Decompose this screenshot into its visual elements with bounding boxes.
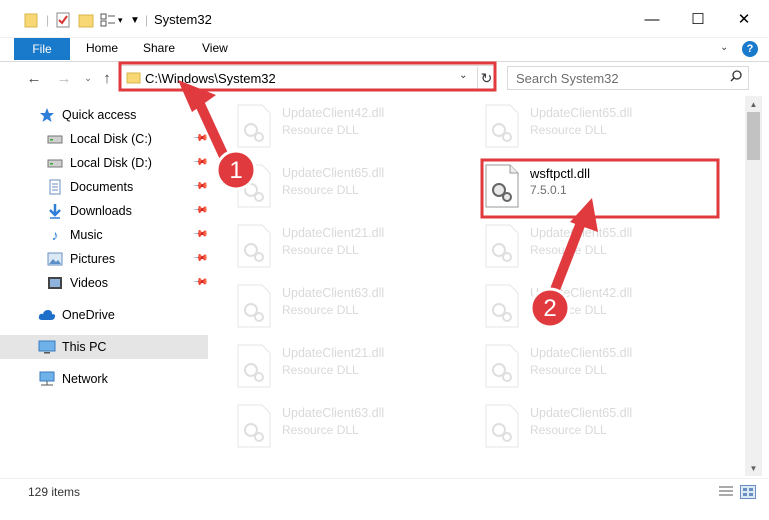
step-1-number: 1 (229, 157, 242, 184)
arrow-1-head (178, 80, 216, 112)
address-highlight-box (118, 61, 497, 92)
arrow-2 (546, 215, 587, 305)
tutorial-overlay: 1 2 (118, 61, 720, 329)
file-highlight-box (480, 158, 720, 219)
step-2-number: 2 (543, 295, 556, 322)
